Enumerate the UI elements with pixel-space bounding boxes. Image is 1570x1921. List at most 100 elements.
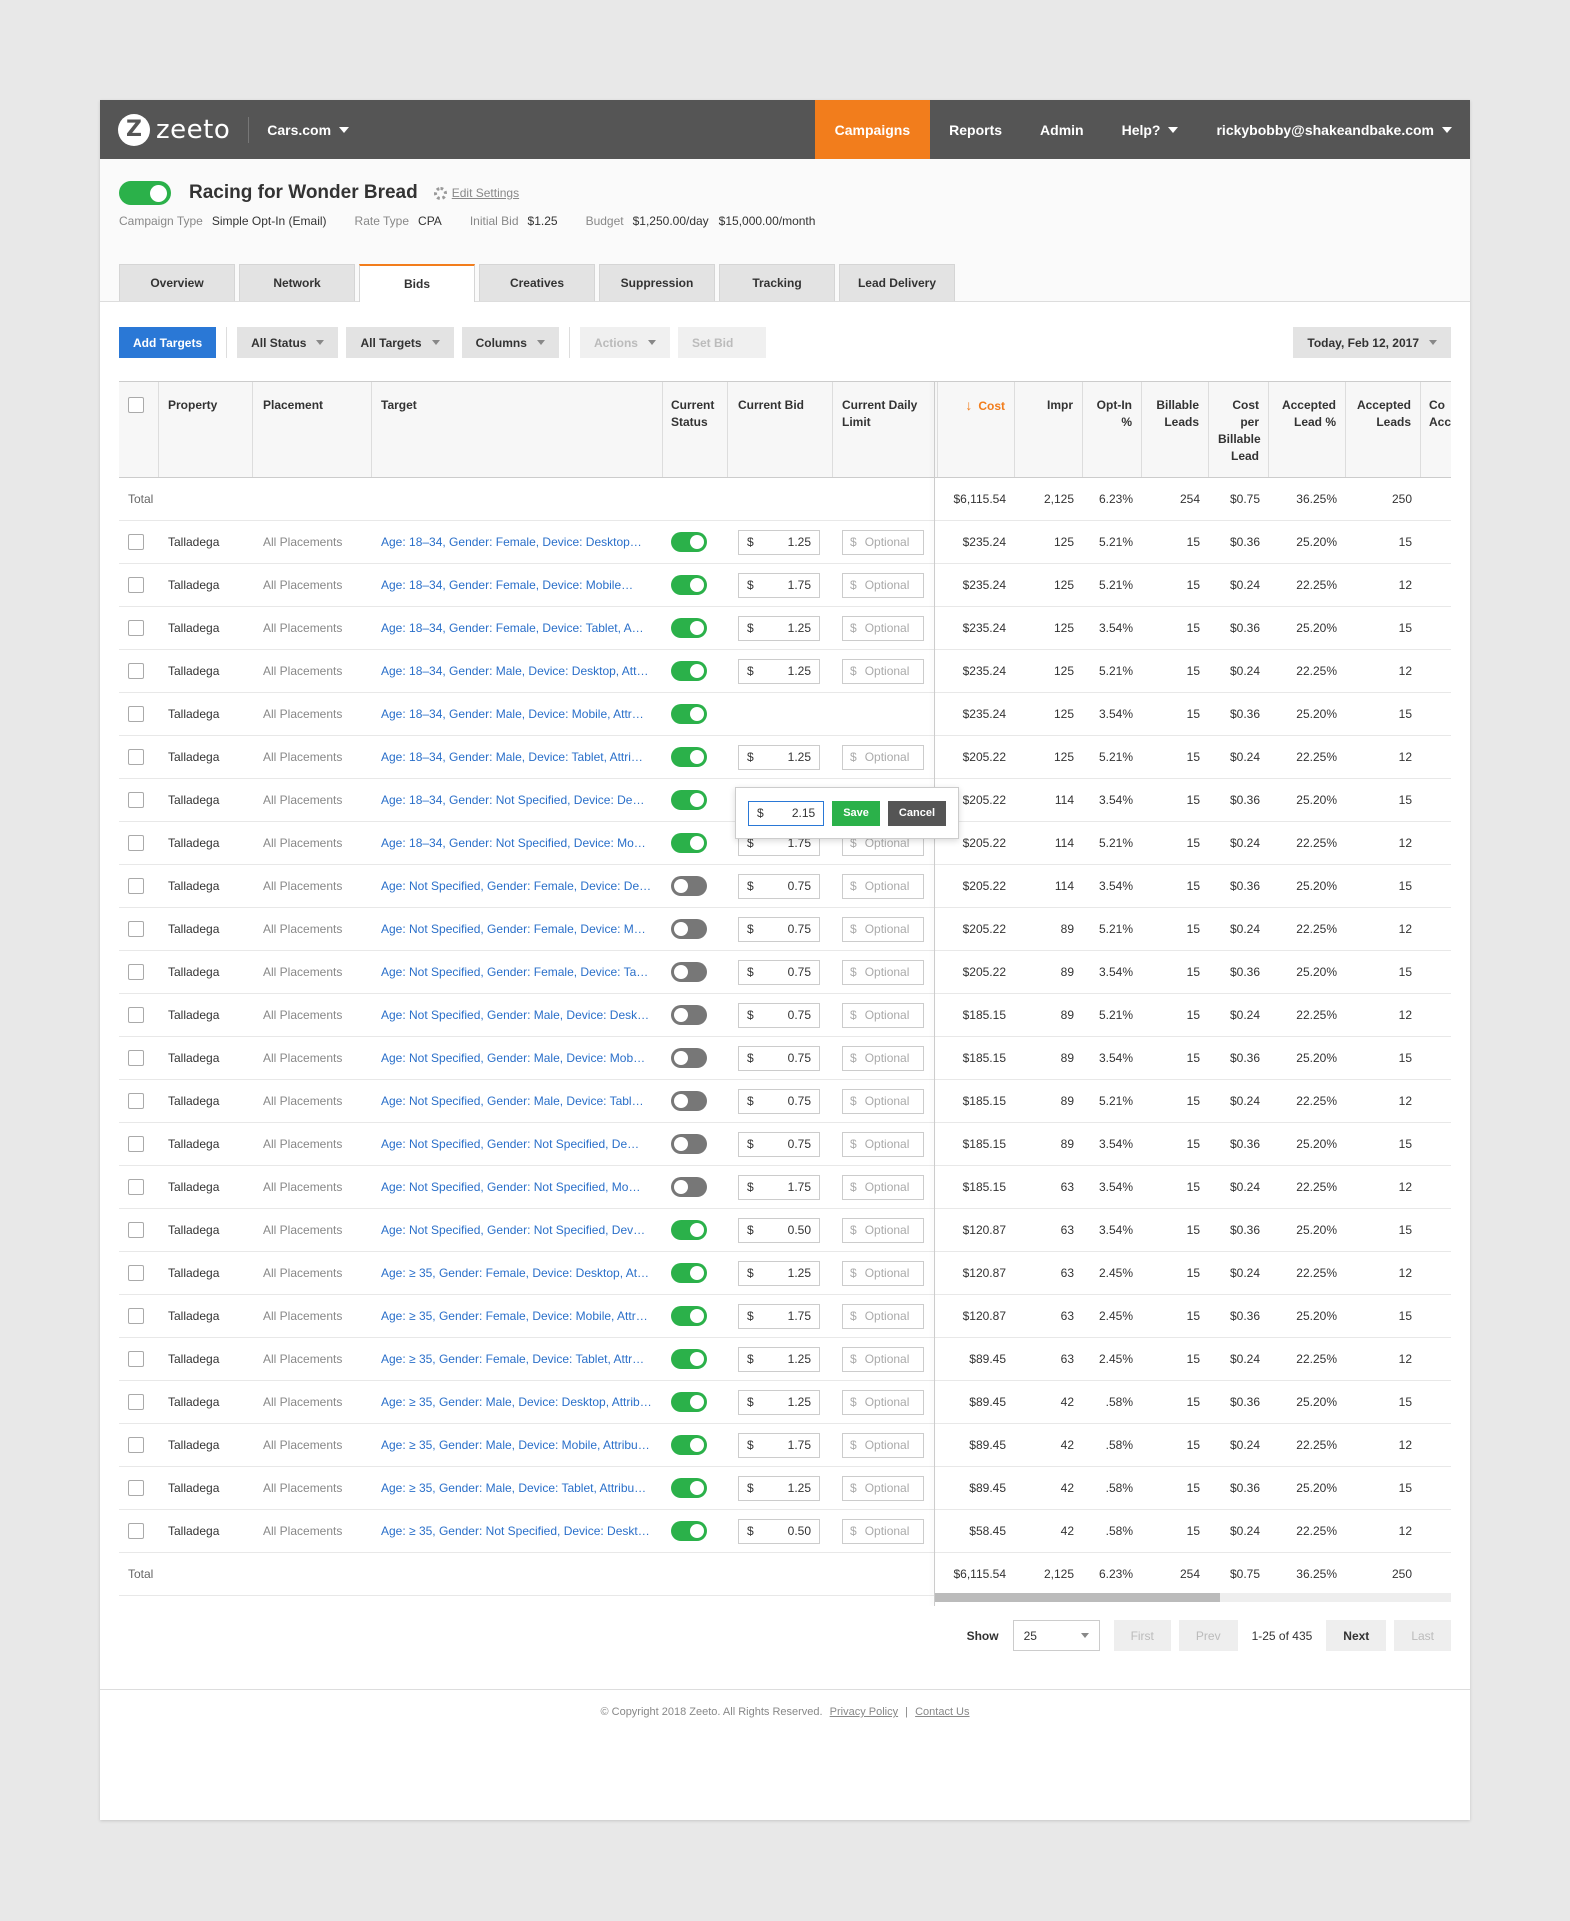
target-link[interactable]: Age: 18–34, Gender: Female, Device: Desk… [381, 535, 642, 549]
daily-limit-input[interactable]: $ Optional [842, 1002, 924, 1028]
target-link[interactable]: Age: ≥ 35, Gender: Male, Device: Desktop… [381, 1395, 652, 1409]
last-page-button[interactable]: Last [1394, 1620, 1451, 1651]
row-checkbox[interactable] [128, 1179, 144, 1195]
page-size-select[interactable]: 25 [1012, 1620, 1100, 1651]
target-link[interactable]: Age: Not Specified, Gender: Male, Device… [381, 1008, 649, 1022]
nav-user-menu[interactable]: rickybobby@shakeandbake.com [1197, 100, 1470, 159]
row-checkbox[interactable] [128, 878, 144, 894]
contact-us-link[interactable]: Contact Us [915, 1706, 969, 1718]
tab-creatives[interactable]: Creatives [479, 264, 595, 301]
bid-input[interactable]: $0.50 [738, 1518, 820, 1544]
row-checkbox[interactable] [128, 534, 144, 550]
daily-limit-input[interactable]: $ Optional [842, 529, 924, 555]
bid-input[interactable]: $1.25 [738, 615, 820, 641]
row-checkbox[interactable] [128, 1222, 144, 1238]
all-targets-filter[interactable]: All Targets [346, 327, 454, 358]
status-toggle[interactable] [671, 1091, 707, 1111]
target-link[interactable]: Age: 18–34, Gender: Female, Device: Mobi… [381, 578, 633, 592]
tab-suppression[interactable]: Suppression [599, 264, 715, 301]
bid-input[interactable]: $0.75 [738, 1045, 820, 1071]
daily-limit-input[interactable]: $ Optional [842, 1088, 924, 1114]
daily-limit-input[interactable]: $ Optional [842, 1131, 924, 1157]
row-checkbox[interactable] [128, 1394, 144, 1410]
status-toggle[interactable] [671, 532, 707, 552]
zeeto-logo[interactable]: Z zeeto [118, 113, 230, 146]
first-page-button[interactable]: First [1113, 1620, 1171, 1651]
target-link[interactable]: Age: Not Specified, Gender: Not Specifie… [381, 1137, 639, 1151]
set-bid-button[interactable]: Set Bid [677, 327, 766, 358]
row-checkbox[interactable] [128, 792, 144, 808]
target-link[interactable]: Age: 18–34, Gender: Male, Device: Tablet… [381, 750, 643, 764]
bid-input[interactable]: $0.75 [738, 959, 820, 985]
bid-input[interactable]: $1.75 [738, 1432, 820, 1458]
row-checkbox[interactable] [128, 749, 144, 765]
target-link[interactable]: Age: 18–34, Gender: Male, Device: Mobile… [381, 707, 644, 721]
horizontal-scrollbar[interactable] [935, 1593, 1451, 1602]
status-toggle[interactable] [671, 661, 707, 681]
row-checkbox[interactable] [128, 1050, 144, 1066]
edit-settings-link[interactable]: Edit Settings [433, 186, 519, 200]
target-link[interactable]: Age: Not Specified, Gender: Not Specifie… [381, 1223, 645, 1237]
daily-limit-input[interactable]: $ Optional [842, 916, 924, 942]
row-checkbox[interactable] [128, 1523, 144, 1539]
column-header-cost[interactable]: ↓ Cost [938, 382, 1015, 477]
daily-limit-input[interactable]: $ Optional [842, 615, 924, 641]
bid-input[interactable]: $0.50 [738, 1217, 820, 1243]
row-checkbox[interactable] [128, 663, 144, 679]
status-toggle[interactable] [671, 747, 707, 767]
target-link[interactable]: Age: ≥ 35, Gender: Male, Device: Mobile,… [381, 1438, 650, 1452]
row-checkbox[interactable] [128, 1007, 144, 1023]
daily-limit-input[interactable]: $ Optional [842, 1303, 924, 1329]
column-header-acc[interactable]: Accepted Leads [1347, 382, 1421, 477]
status-toggle[interactable] [671, 833, 707, 853]
column-header-status[interactable]: Current Status [662, 382, 728, 477]
bid-input[interactable]: $1.25 [738, 1475, 820, 1501]
row-checkbox[interactable] [128, 1136, 144, 1152]
tab-overview[interactable]: Overview [119, 264, 235, 301]
column-header-extra[interactable]: Co Acc [1420, 382, 1451, 477]
bid-input[interactable]: $1.25 [738, 1346, 820, 1372]
row-checkbox[interactable] [128, 1308, 144, 1324]
edit-bid-input[interactable]: $2.15 [748, 800, 825, 826]
status-toggle[interactable] [671, 1263, 707, 1283]
target-link[interactable]: Age: ≥ 35, Gender: Female, Device: Table… [381, 1352, 644, 1366]
daily-limit-input[interactable]: $ Optional [842, 1346, 924, 1372]
bid-input[interactable]: $0.75 [738, 1088, 820, 1114]
row-checkbox[interactable] [128, 620, 144, 636]
save-button[interactable]: Save [832, 800, 880, 826]
column-header-bid[interactable]: Current Bid [729, 382, 833, 477]
status-toggle[interactable] [671, 1220, 707, 1240]
status-toggle[interactable] [671, 790, 707, 810]
nav-reports[interactable]: Reports [930, 100, 1021, 159]
tab-tracking[interactable]: Tracking [719, 264, 835, 301]
row-checkbox[interactable] [128, 921, 144, 937]
daily-limit-input[interactable]: $ Optional [842, 1475, 924, 1501]
status-toggle[interactable] [671, 618, 707, 638]
row-checkbox[interactable] [128, 1093, 144, 1109]
bid-input[interactable]: $0.75 [738, 916, 820, 942]
daily-limit-input[interactable]: $ Optional [842, 744, 924, 770]
nav-campaigns[interactable]: Campaigns [814, 100, 931, 159]
status-toggle[interactable] [671, 575, 707, 595]
all-status-filter[interactable]: All Status [237, 327, 339, 358]
privacy-policy-link[interactable]: Privacy Policy [830, 1706, 898, 1718]
daily-limit-input[interactable]: $ Optional [842, 1217, 924, 1243]
target-link[interactable]: Age: 18–34, Gender: Not Specified, Devic… [381, 793, 644, 807]
bid-input[interactable]: $1.25 [738, 1260, 820, 1286]
tab-network[interactable]: Network [239, 264, 355, 301]
nav-help[interactable]: Help? [1103, 100, 1198, 159]
column-header-impr[interactable]: Impr [1016, 382, 1083, 477]
daily-limit-input[interactable]: $ Optional [842, 1045, 924, 1071]
row-checkbox[interactable] [128, 577, 144, 593]
target-link[interactable]: Age: 18–34, Gender: Male, Device: Deskto… [381, 664, 648, 678]
target-link[interactable]: Age: ≥ 35, Gender: Male, Device: Tablet,… [381, 1481, 646, 1495]
row-checkbox[interactable] [128, 1265, 144, 1281]
target-link[interactable]: Age: Not Specified, Gender: Not Specifie… [381, 1180, 640, 1194]
tab-lead-delivery[interactable]: Lead Delivery [839, 264, 955, 301]
status-toggle[interactable] [671, 1048, 707, 1068]
column-header-property[interactable]: Property [159, 382, 253, 477]
select-all-checkbox[interactable] [128, 397, 144, 413]
status-toggle[interactable] [671, 1392, 707, 1412]
target-link[interactable]: Age: 18–34, Gender: Not Specified, Devic… [381, 836, 646, 850]
next-page-button[interactable]: Next [1326, 1620, 1387, 1651]
